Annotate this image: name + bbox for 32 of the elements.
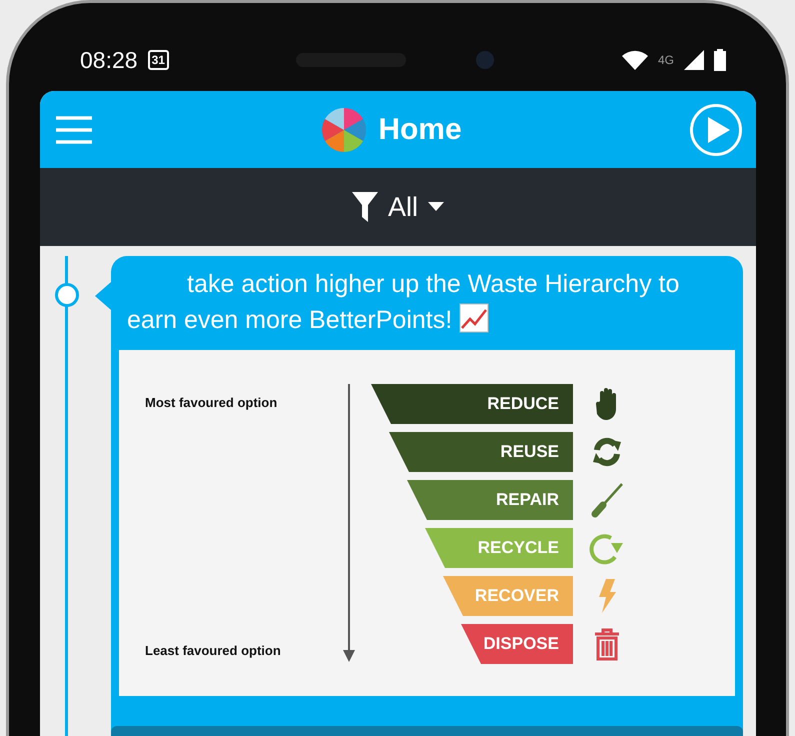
front-camera	[476, 51, 494, 69]
calendar-icon: 31	[148, 50, 169, 70]
hierarchy-tier: DISPOSE	[461, 624, 573, 664]
wifi-icon	[622, 50, 648, 70]
trash-icon	[593, 627, 621, 661]
filter-icon	[352, 192, 378, 222]
play-button[interactable]	[690, 104, 742, 156]
menu-button[interactable]	[56, 116, 92, 144]
caret-down-icon	[428, 202, 444, 212]
post-text: take action higher up the Waste Hierarchy to earn even more BetterPoints!	[126, 269, 680, 336]
page-title: Home	[378, 112, 462, 146]
menu-icon	[56, 116, 92, 144]
signal-icon	[684, 50, 704, 70]
lightning-icon	[597, 579, 617, 613]
hierarchy-tier: REPAIR	[407, 480, 573, 520]
bottom-label: Least favoured option	[145, 643, 282, 660]
recycle-arrow-icon	[589, 531, 625, 565]
network-type: 4G	[658, 53, 674, 67]
hierarchy-tier: REUSE	[389, 432, 573, 472]
refresh-icon	[590, 436, 624, 468]
timeline-dot	[55, 283, 79, 307]
battery-icon	[714, 49, 726, 71]
pinwheel-logo-icon	[320, 106, 368, 154]
hierarchy-tier: REDUCE	[371, 384, 573, 424]
hierarchy-tier: RECOVER	[443, 576, 573, 616]
status-time: 08:28	[80, 46, 138, 74]
top-label: Most favoured option	[145, 395, 278, 410]
chart-increasing-icon	[459, 303, 490, 333]
filter-dropdown[interactable]: All	[346, 190, 450, 224]
play-icon	[708, 116, 730, 142]
screwdriver-icon	[590, 482, 624, 518]
hierarchy-tier: RECYCLE	[425, 528, 573, 568]
